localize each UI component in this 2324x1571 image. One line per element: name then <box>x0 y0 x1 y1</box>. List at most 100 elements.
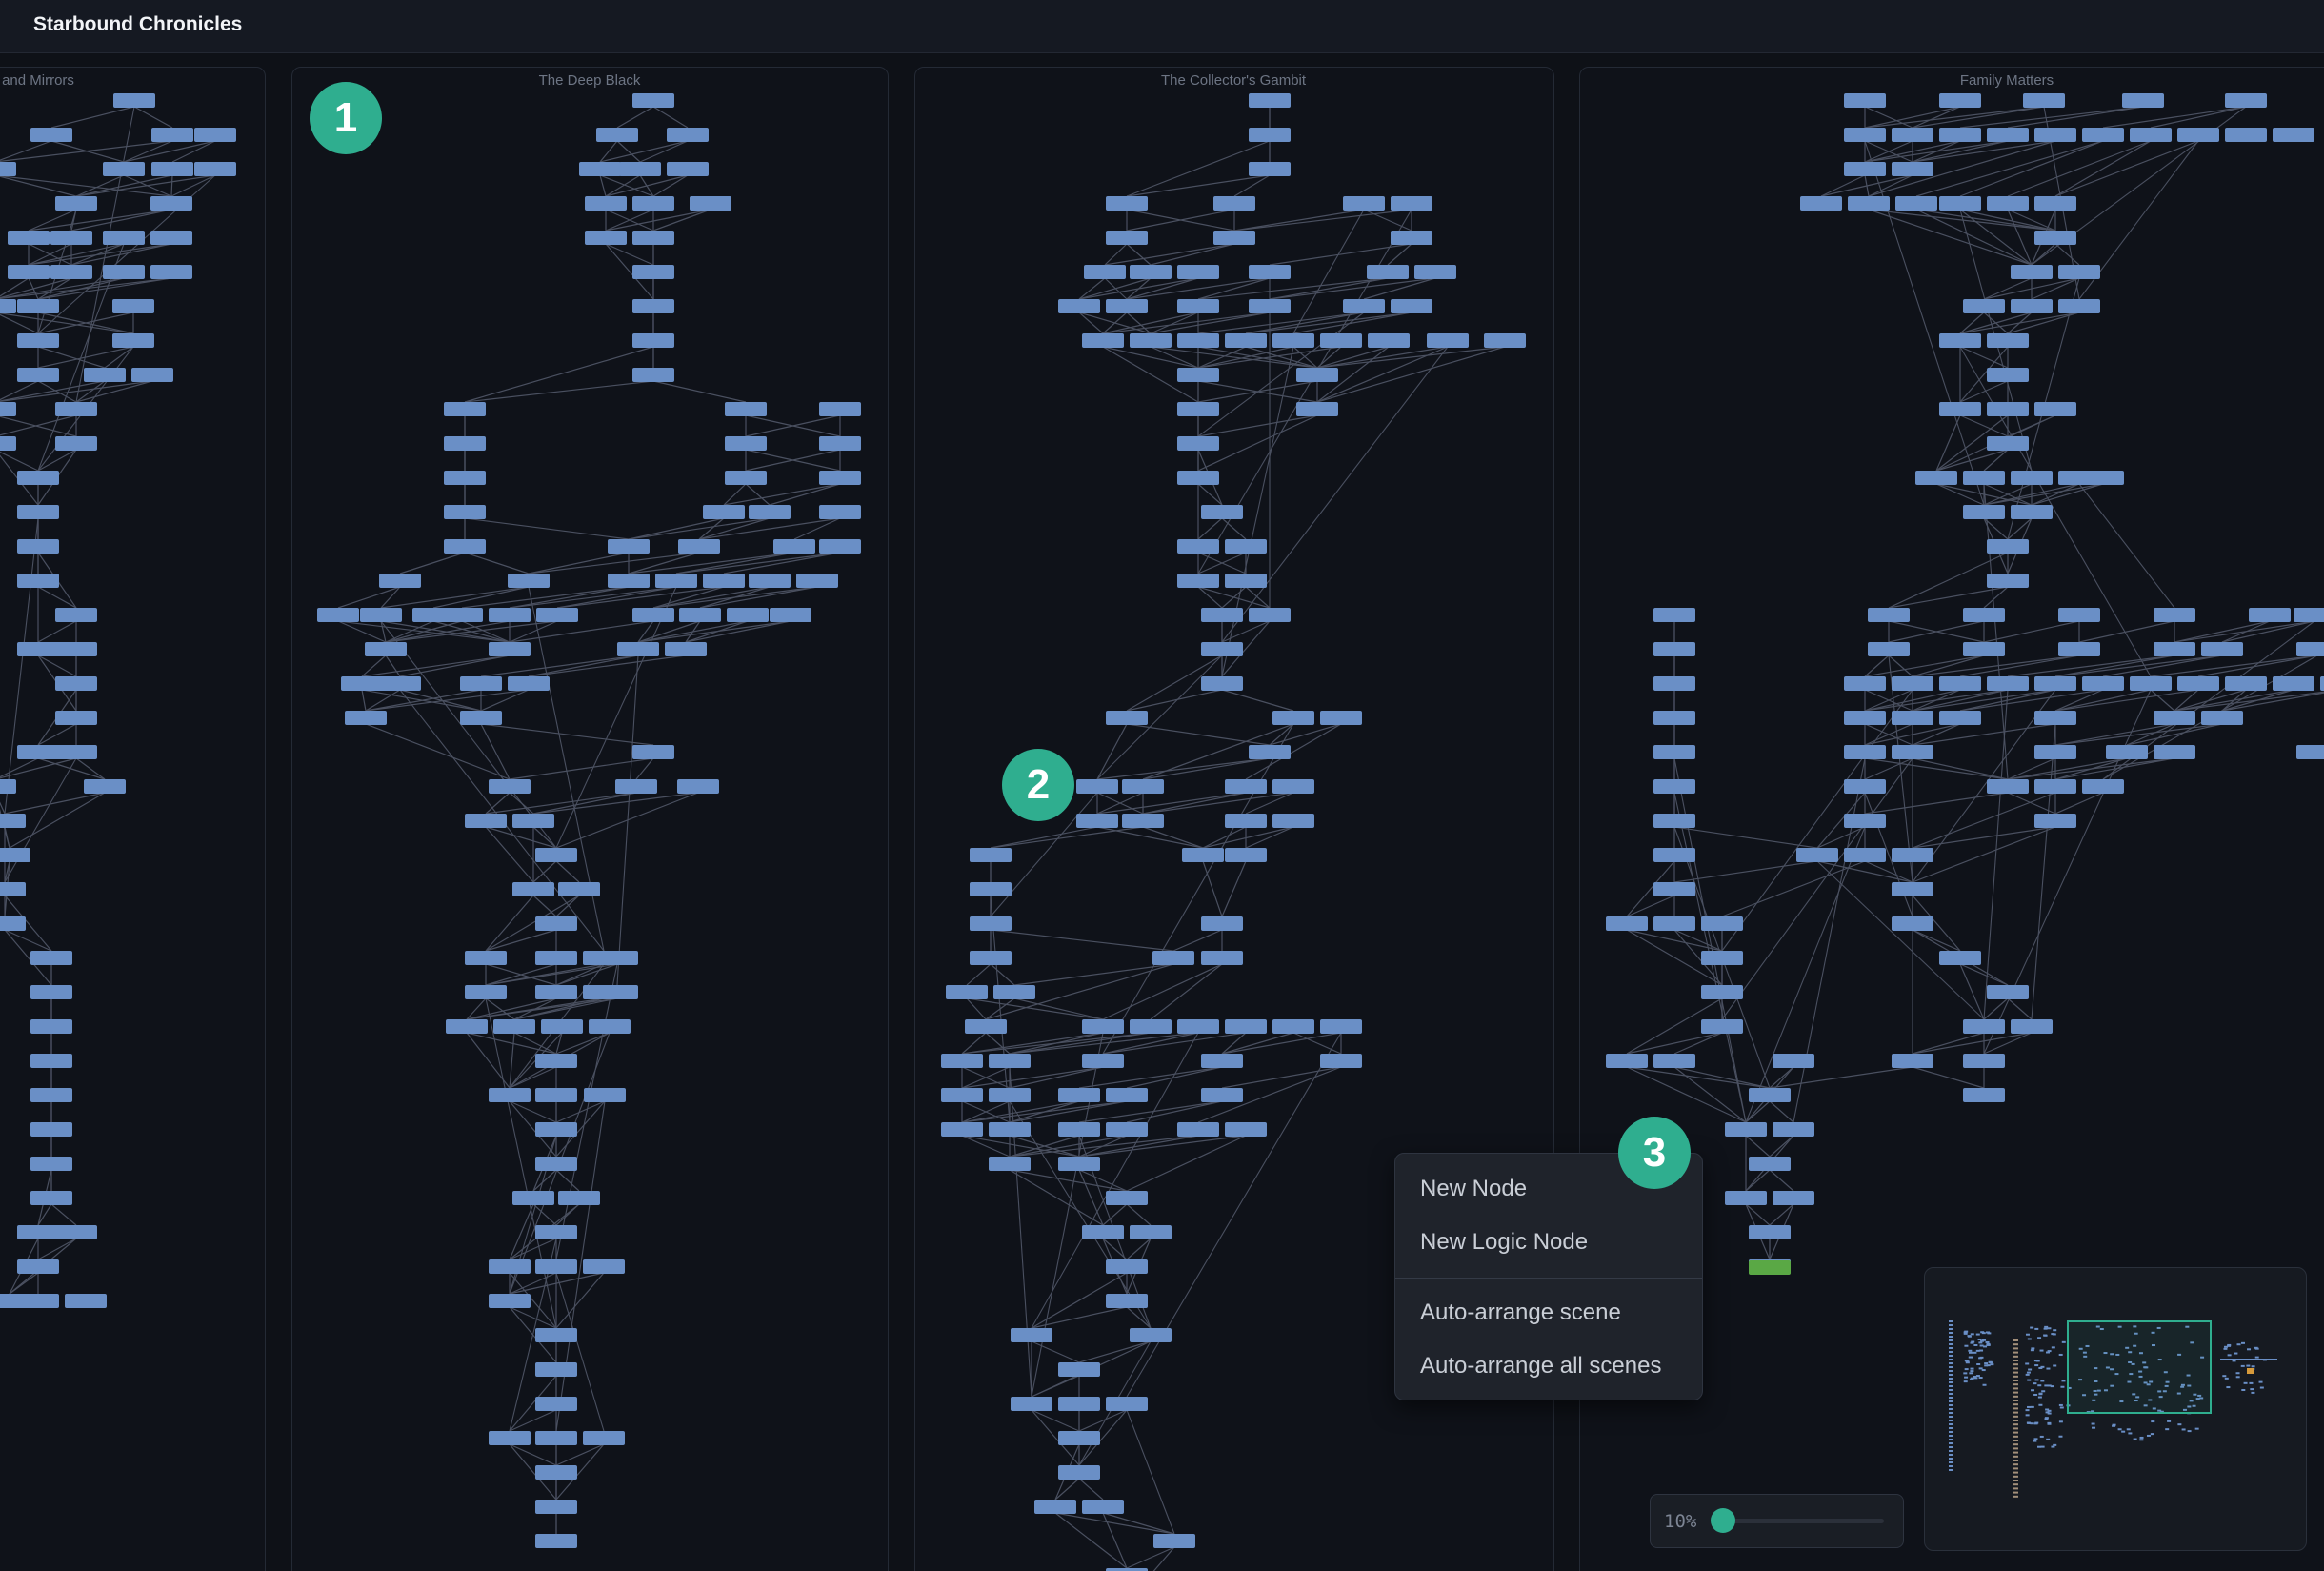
graph-node[interactable] <box>2034 196 2076 211</box>
graph-node[interactable] <box>989 1088 1031 1102</box>
graph-node[interactable] <box>1034 1500 1076 1514</box>
graph-node[interactable] <box>1653 779 1695 794</box>
graph-node[interactable] <box>2082 128 2124 142</box>
graph-node[interactable] <box>1915 471 1957 485</box>
graph-node[interactable] <box>444 471 486 485</box>
graph-node[interactable] <box>536 608 578 622</box>
graph-node[interactable] <box>1963 505 2005 519</box>
graph-node[interactable] <box>2011 505 2053 519</box>
graph-node[interactable] <box>727 608 769 622</box>
graph-node[interactable] <box>512 882 554 896</box>
graph-node[interactable] <box>2034 231 2076 245</box>
graph-node[interactable] <box>2106 745 2148 759</box>
graph-node[interactable] <box>465 985 507 999</box>
graph-node[interactable] <box>679 608 721 622</box>
graph-node[interactable] <box>30 1122 72 1137</box>
graph-node[interactable] <box>1177 333 1219 348</box>
graph-node[interactable] <box>703 574 745 588</box>
graph-node[interactable] <box>749 574 791 588</box>
graph-node[interactable] <box>2130 676 2172 691</box>
graph-node[interactable] <box>1844 93 1886 108</box>
graph-node[interactable] <box>17 1259 59 1274</box>
graph-node[interactable] <box>970 882 1012 896</box>
graph-node[interactable] <box>1773 1054 1814 1068</box>
graph-node[interactable] <box>1892 882 1933 896</box>
graph-node[interactable] <box>2034 402 2076 416</box>
graph-node[interactable] <box>1320 333 1362 348</box>
graph-node[interactable] <box>993 985 1035 999</box>
graph-node[interactable] <box>667 128 709 142</box>
graph-node[interactable] <box>2154 711 2195 725</box>
graph-node[interactable] <box>1427 333 1469 348</box>
graph-node[interactable] <box>1106 1259 1148 1274</box>
menu-item-auto-arrange-scene[interactable]: Auto-arrange scene <box>1420 1299 1621 1326</box>
graph-node[interactable] <box>1368 333 1410 348</box>
graph-node[interactable] <box>103 231 145 245</box>
graph-node[interactable] <box>1249 265 1291 279</box>
graph-node[interactable] <box>194 128 236 142</box>
graph-node[interactable] <box>1939 93 1981 108</box>
graph-node[interactable] <box>1987 333 2029 348</box>
graph-node[interactable] <box>103 162 145 176</box>
graph-node[interactable] <box>770 608 811 622</box>
graph-node[interactable] <box>608 539 650 554</box>
graph-node[interactable] <box>1868 608 1910 622</box>
graph-node[interactable] <box>1177 1019 1219 1034</box>
graph-node[interactable] <box>1201 1088 1243 1102</box>
graph-node[interactable] <box>151 128 193 142</box>
graph-node[interactable] <box>8 265 50 279</box>
graph-node[interactable] <box>1725 1191 1767 1205</box>
graph-node[interactable] <box>1701 951 1743 965</box>
graph-node[interactable] <box>1058 1362 1100 1377</box>
graph-node[interactable] <box>30 1054 72 1068</box>
graph-node[interactable] <box>2034 676 2076 691</box>
graph-node[interactable] <box>535 1397 577 1411</box>
graph-node[interactable] <box>0 402 16 416</box>
graph-node[interactable] <box>1987 539 2029 554</box>
graph-node[interactable] <box>1963 608 2005 622</box>
graph-node[interactable] <box>678 539 720 554</box>
graph-node[interactable] <box>796 574 838 588</box>
graph-node[interactable] <box>1106 1294 1148 1308</box>
graph-node[interactable] <box>1201 608 1243 622</box>
graph-node[interactable] <box>512 814 554 828</box>
graph-node[interactable] <box>55 608 97 622</box>
graph-node[interactable] <box>1201 951 1243 965</box>
graph-node[interactable] <box>489 1431 531 1445</box>
graph-node[interactable] <box>1892 745 1933 759</box>
graph-node[interactable] <box>17 642 59 656</box>
graph-node[interactable] <box>1213 196 1255 211</box>
graph-node[interactable] <box>1225 574 1267 588</box>
graph-node[interactable] <box>1892 711 1933 725</box>
graph-node[interactable] <box>1082 1225 1124 1239</box>
graph-node[interactable] <box>632 265 674 279</box>
graph-node[interactable] <box>1011 1397 1052 1411</box>
graph-node[interactable] <box>2034 745 2076 759</box>
graph-node[interactable] <box>1272 814 1314 828</box>
graph-node[interactable] <box>535 1122 577 1137</box>
graph-node[interactable] <box>489 1294 531 1308</box>
graph-node[interactable] <box>535 1465 577 1480</box>
graph-node[interactable] <box>632 333 674 348</box>
graph-node[interactable] <box>1343 196 1385 211</box>
graph-node[interactable] <box>2225 128 2267 142</box>
graph-node[interactable] <box>535 1534 577 1548</box>
graph-node[interactable] <box>1939 951 1981 965</box>
graph-node[interactable] <box>1987 128 2029 142</box>
graph-node[interactable] <box>596 951 638 965</box>
graph-node[interactable] <box>1058 1122 1100 1137</box>
graph-node[interactable] <box>535 1259 577 1274</box>
graph-node[interactable] <box>596 128 638 142</box>
graph-node[interactable] <box>1106 711 1148 725</box>
graph-node[interactable] <box>150 265 192 279</box>
graph-node[interactable] <box>1773 1191 1814 1205</box>
graph-node[interactable] <box>690 196 731 211</box>
graph-node[interactable] <box>989 1054 1031 1068</box>
graph-node[interactable] <box>1892 162 1933 176</box>
graph-node[interactable] <box>1701 1019 1743 1034</box>
graph-node[interactable] <box>17 574 59 588</box>
graph-node[interactable] <box>17 299 59 313</box>
graph-node[interactable] <box>1606 916 1648 931</box>
graph-node[interactable] <box>2034 779 2076 794</box>
graph-node[interactable] <box>1796 848 1838 862</box>
